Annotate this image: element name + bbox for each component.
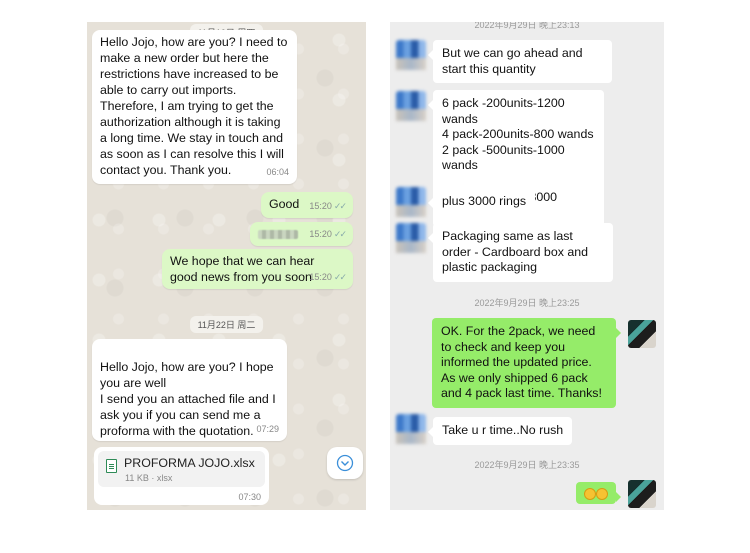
file-attachment-message[interactable]: PROFORMA JOJO.xlsx 11 KB · xlsx 07:30 (94, 447, 269, 505)
smile-emoji-icon (584, 487, 596, 500)
message-time: 06:04 (266, 167, 289, 177)
message-text: Hello Jojo, how are you? I need to make … (100, 35, 288, 177)
message-time: 07:29 (256, 424, 279, 434)
blurred-content (258, 230, 298, 240)
scroll-to-bottom-button[interactable] (327, 447, 363, 479)
smile-emoji-icon (596, 487, 608, 500)
outgoing-message-3[interactable]: 15:20 ✓✓ (250, 222, 353, 246)
outgoing-message-4[interactable]: We hope that we can hear good news from … (162, 249, 353, 289)
whatsapp-chat-panel: 11月10日 周四 Hello Jojo, how are you? I nee… (87, 22, 366, 510)
outgoing-message-5[interactable]: OK. For the 2pack, we need to check and … (432, 318, 621, 408)
contact-avatar[interactable] (396, 223, 426, 253)
contact-avatar[interactable] (396, 40, 426, 70)
outgoing-message-2[interactable]: Good 15:20 ✓✓ (261, 192, 353, 218)
chevron-down-icon (336, 454, 354, 472)
my-avatar[interactable] (628, 320, 656, 348)
timestamp-3: 2022年9月29日 晚上23:35 (474, 460, 580, 470)
contact-avatar[interactable] (396, 414, 426, 444)
incoming-message-6[interactable]: Take u r time..No rush (427, 417, 573, 445)
message-text: We hope that we can hear good news from … (170, 254, 315, 284)
read-receipt-icon: ✓✓ (333, 272, 347, 282)
read-receipt-icon: ✓✓ (333, 201, 347, 211)
wechat-chat-panel: 2022年9月29日 晚上23:13 But we can go ahead a… (390, 22, 664, 510)
incoming-message-1[interactable]: Hello Jojo, how are you? I need to make … (92, 30, 297, 184)
incoming-message-1[interactable]: But we can go ahead and start this quant… (428, 40, 612, 84)
incoming-message-4[interactable]: Packaging same as last order - Cardboard… (428, 223, 613, 282)
my-avatar[interactable] (628, 480, 656, 508)
message-time: 15:20 (309, 229, 332, 239)
timestamp-1: 2022年9月29日 晚上23:13 (474, 22, 580, 30)
message-time: 07:30 (238, 492, 261, 502)
file-name: PROFORMA JOJO.xlsx (124, 456, 255, 470)
file-meta: 11 KB · xlsx (125, 473, 173, 483)
message-text: Good (269, 197, 300, 211)
incoming-message-3[interactable]: plus 3000 rings (427, 188, 536, 216)
file-card[interactable]: PROFORMA JOJO.xlsx 11 KB · xlsx (98, 451, 265, 487)
incoming-message-5[interactable]: Hello Jojo, how are you? I hope you are … (92, 339, 287, 441)
outgoing-emoji-message[interactable] (576, 482, 621, 504)
message-time: 15:20 (309, 201, 332, 211)
read-receipt-icon: ✓✓ (333, 229, 347, 239)
contact-avatar[interactable] (396, 91, 426, 121)
contact-avatar[interactable] (396, 187, 426, 217)
timestamp-2: 2022年9月29日 晚上23:25 (474, 298, 580, 308)
spreadsheet-icon (106, 459, 117, 473)
date-separator-2: 11月22日 周二 (189, 316, 264, 333)
message-text: Hello Jojo, how are you? I hope you are … (100, 360, 276, 438)
message-time: 15:20 (309, 272, 332, 282)
